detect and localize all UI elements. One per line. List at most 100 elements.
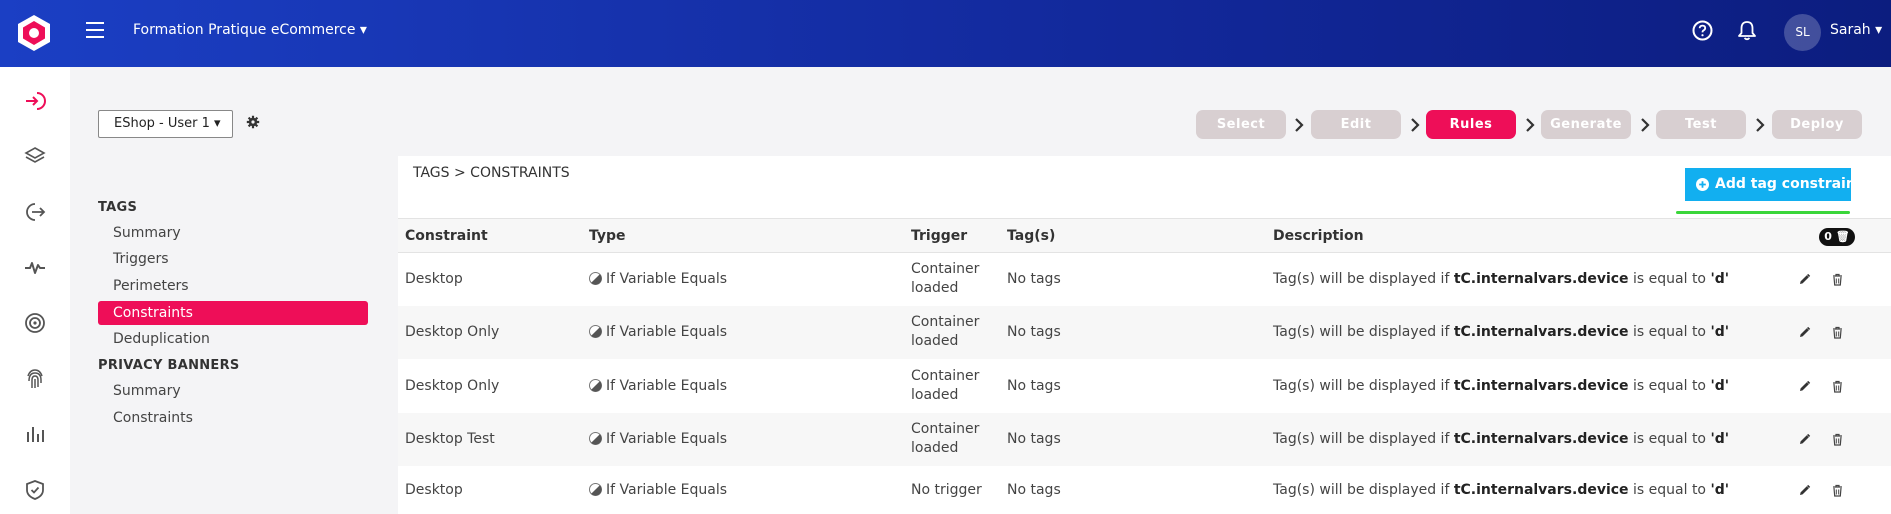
chevron-right-icon bbox=[1411, 118, 1420, 132]
constraint-type: If Variable Equals bbox=[589, 324, 727, 340]
column-header-trigger[interactable]: Trigger bbox=[911, 228, 967, 244]
half-circle-icon bbox=[589, 432, 602, 445]
description-text: Tag(s) will be displayed if bbox=[1273, 378, 1454, 394]
description-cell: Tag(s) will be displayed if tC.internalv… bbox=[1273, 324, 1729, 340]
nav-item-triggers[interactable]: Triggers bbox=[98, 247, 368, 271]
chevron-right-icon bbox=[1641, 118, 1650, 132]
add-tag-constraint-button[interactable]: Add tag constraint bbox=[1685, 168, 1863, 201]
nav-item-deduplication[interactable]: Deduplication bbox=[98, 327, 368, 351]
pencil-icon[interactable] bbox=[1798, 326, 1811, 339]
app-logo-icon[interactable] bbox=[17, 14, 51, 52]
column-header-description[interactable]: Description bbox=[1273, 228, 1364, 244]
constraint-type-label: If Variable Equals bbox=[606, 431, 728, 447]
layers-icon[interactable] bbox=[23, 144, 47, 168]
half-circle-icon bbox=[589, 325, 602, 338]
step-rules[interactable]: Rules bbox=[1426, 110, 1516, 139]
nav-item-summary[interactable]: Summary bbox=[98, 221, 368, 245]
bell-icon[interactable] bbox=[1737, 20, 1757, 41]
caret-down-icon: ▾ bbox=[214, 116, 221, 131]
activity-icon[interactable] bbox=[23, 255, 47, 279]
table-row[interactable]: Desktop Only If Variable Equals Containe… bbox=[398, 359, 1891, 412]
menu-icon[interactable] bbox=[86, 22, 104, 38]
trigger-cell: Container loaded bbox=[911, 313, 979, 351]
pencil-icon[interactable] bbox=[1798, 484, 1811, 497]
description-text: is equal to bbox=[1628, 482, 1711, 498]
gear-icon[interactable] bbox=[246, 115, 260, 129]
description-text: is equal to bbox=[1628, 378, 1711, 394]
trigger-line-1: Container bbox=[911, 421, 980, 437]
step-generate[interactable]: Generate bbox=[1541, 110, 1631, 139]
bar-chart-icon[interactable] bbox=[23, 422, 47, 446]
table-row[interactable]: Desktop If Variable Equals No trigger No… bbox=[398, 466, 1891, 514]
trigger-cell: Container loaded bbox=[911, 420, 979, 458]
tags-cell: No tags bbox=[1007, 378, 1061, 394]
description-value: 'd' bbox=[1710, 378, 1730, 394]
step-select[interactable]: Select bbox=[1196, 110, 1286, 139]
constraint-type-label: If Variable Equals bbox=[606, 324, 728, 340]
pencil-icon[interactable] bbox=[1798, 433, 1811, 446]
column-header-type[interactable]: Type bbox=[589, 228, 626, 244]
shield-check-icon[interactable] bbox=[23, 478, 47, 502]
pencil-icon[interactable] bbox=[1798, 380, 1811, 393]
description-value: 'd' bbox=[1710, 271, 1730, 287]
target-icon[interactable] bbox=[23, 311, 47, 335]
help-icon[interactable] bbox=[1692, 20, 1713, 41]
description-variable: tC.internalvars.device bbox=[1453, 271, 1629, 287]
nav-heading-tags: TAGS bbox=[98, 200, 138, 215]
trash-icon[interactable] bbox=[1831, 433, 1844, 446]
constraint-name: Desktop bbox=[405, 271, 463, 287]
nav-item-perimeters[interactable]: Perimeters bbox=[98, 274, 368, 298]
trigger-cell: No trigger bbox=[911, 482, 982, 498]
description-text: is equal to bbox=[1628, 431, 1711, 447]
description-text: Tag(s) will be displayed if bbox=[1273, 431, 1454, 447]
description-variable: tC.internalvars.device bbox=[1453, 324, 1629, 340]
trigger-cell: Container loaded bbox=[911, 367, 979, 405]
sign-in-icon[interactable] bbox=[23, 89, 47, 113]
constraint-type-label: If Variable Equals bbox=[606, 482, 728, 498]
step-edit[interactable]: Edit bbox=[1311, 110, 1401, 139]
user-menu[interactable]: Sarah ▾ bbox=[1830, 22, 1882, 38]
nav-item-privacy-summary[interactable]: Summary bbox=[98, 379, 368, 403]
table-row[interactable]: Desktop If Variable Equals Container loa… bbox=[398, 253, 1891, 306]
fingerprint-icon[interactable] bbox=[23, 367, 47, 391]
button-underline bbox=[1676, 211, 1850, 214]
step-test[interactable]: Test bbox=[1656, 110, 1746, 139]
tags-cell: No tags bbox=[1007, 271, 1061, 287]
chevron-right-icon bbox=[1756, 118, 1765, 132]
site-select[interactable]: EShop - User 1 ▾ bbox=[98, 110, 233, 138]
selection-count-badge[interactable]: 0 🗑 bbox=[1819, 228, 1855, 246]
table-header: Constraint Type Trigger Tag(s) Descripti… bbox=[398, 218, 1891, 253]
description-value: 'd' bbox=[1710, 431, 1730, 447]
trash-icon[interactable] bbox=[1831, 484, 1844, 497]
constraint-name: Desktop Only bbox=[405, 324, 500, 340]
table-row[interactable]: Desktop Only If Variable Equals Containe… bbox=[398, 306, 1891, 359]
nav-heading-privacy-banners: PRIVACY BANNERS bbox=[98, 358, 240, 373]
description-value: 'd' bbox=[1710, 324, 1730, 340]
column-header-tags[interactable]: Tag(s) bbox=[1007, 228, 1055, 244]
avatar[interactable]: SL bbox=[1784, 14, 1821, 51]
nav-item-privacy-constraints[interactable]: Constraints bbox=[98, 406, 368, 430]
constraint-type-label: If Variable Equals bbox=[606, 378, 728, 394]
trash-icon[interactable] bbox=[1831, 326, 1844, 339]
half-circle-icon bbox=[589, 483, 602, 496]
column-header-constraint[interactable]: Constraint bbox=[405, 228, 488, 244]
pencil-icon[interactable] bbox=[1798, 273, 1811, 286]
trash-icon[interactable] bbox=[1831, 273, 1844, 286]
description-text: Tag(s) will be displayed if bbox=[1273, 482, 1454, 498]
sign-out-icon[interactable] bbox=[23, 200, 47, 224]
constraint-type-label: If Variable Equals bbox=[606, 271, 728, 287]
site-select-value: EShop - User 1 bbox=[114, 116, 210, 131]
constraint-type: If Variable Equals bbox=[589, 271, 727, 287]
table-row[interactable]: Desktop Test If Variable Equals Containe… bbox=[398, 413, 1891, 466]
description-text: is equal to bbox=[1628, 324, 1711, 340]
chevron-down-icon: ▾ bbox=[1875, 22, 1883, 38]
half-circle-icon bbox=[589, 379, 602, 392]
nav-item-constraints[interactable]: Constraints bbox=[98, 301, 368, 325]
description-cell: Tag(s) will be displayed if tC.internalv… bbox=[1273, 378, 1729, 394]
trigger-line-2: loaded bbox=[911, 333, 959, 349]
tags-cell: No tags bbox=[1007, 324, 1061, 340]
step-deploy[interactable]: Deploy bbox=[1772, 110, 1862, 139]
project-selector[interactable]: Formation Pratique eCommerce ▾ bbox=[133, 22, 367, 38]
trigger-line-1: Container bbox=[911, 261, 980, 277]
trash-icon[interactable] bbox=[1831, 380, 1844, 393]
